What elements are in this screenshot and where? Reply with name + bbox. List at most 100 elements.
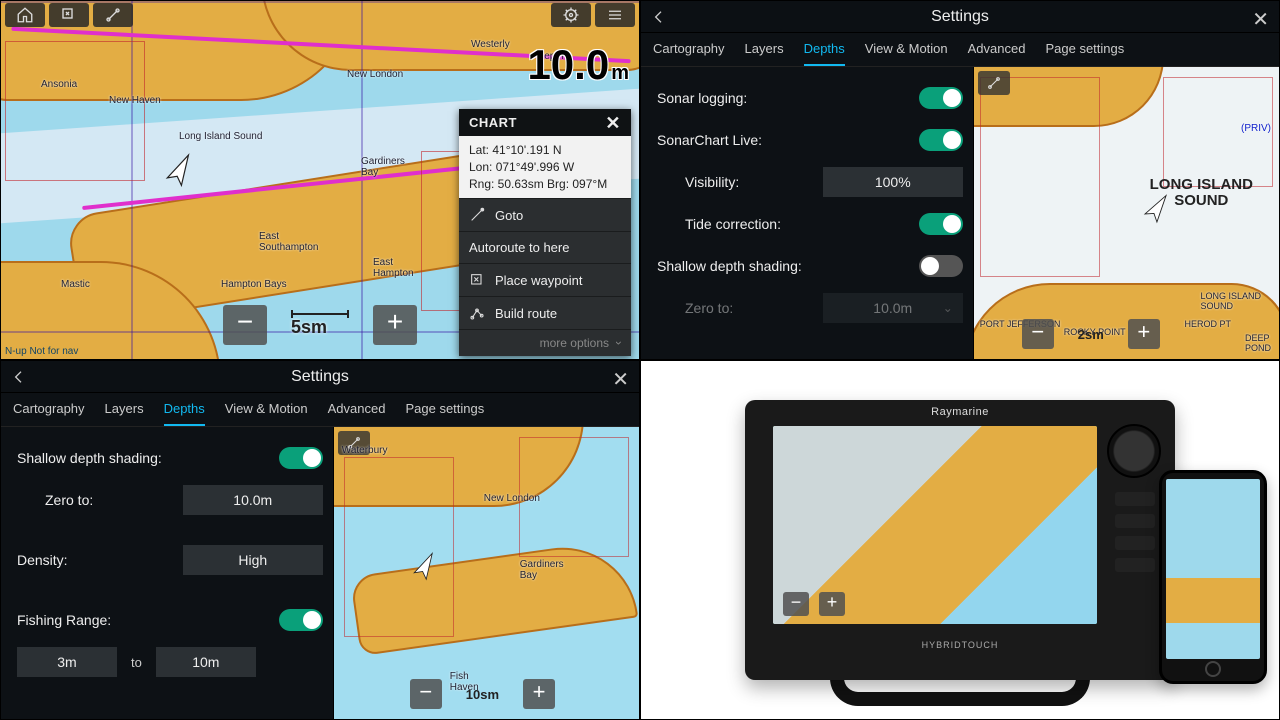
zoom-out-button[interactable]: − [410,679,442,709]
close-icon[interactable]: ✕ [612,367,629,392]
tab-cartography[interactable]: Cartography [13,401,85,426]
chevron-down-icon: ⌄ [943,301,953,315]
label-herod-pt: HEROD PT [1184,319,1231,329]
sonar-logging-label: Sonar logging: [657,90,919,106]
settings-minimap[interactable]: LONG ISLAND SOUND (PRIV) LONG ISLAND SOU… [973,67,1279,359]
route-icon [469,305,485,321]
zoom-out-button: − [783,592,809,616]
zoom-in-button: + [819,592,845,616]
tab-advanced[interactable]: Advanced [328,401,386,426]
label-new-haven: New Haven [109,95,161,106]
helm-button[interactable] [551,3,591,27]
measure-icon[interactable] [978,71,1010,95]
scale-label: 10sm [466,687,499,702]
tab-layers[interactable]: Layers [745,41,784,66]
close-icon[interactable]: ✕ [1252,7,1269,32]
settings-tabs: Cartography Layers Depths View & Motion … [1,393,639,427]
goto-icon [469,207,485,223]
popup-lon: Lon: 071°49'.996 W [469,159,621,176]
product-shot: Raymarine − + HYBRIDTOUCH [640,360,1280,720]
range-separator: to [131,655,142,670]
scale-label: 2sm [1078,327,1104,342]
label-priv: (PRIV) [1241,123,1271,134]
fishing-range-from[interactable]: 3m [17,647,117,677]
sonarchart-live-toggle[interactable] [919,129,963,151]
popup-title: CHART [469,115,517,130]
zero-to-value[interactable]: 10.0m⌄ [823,293,963,323]
zero-to-value[interactable]: 10.0m [183,485,323,515]
measure-button[interactable] [93,3,133,27]
tab-depths[interactable]: Depths [804,41,845,66]
zoom-out-button[interactable]: − [1022,319,1054,349]
popup-rng-brg: Rng: 50.63sm Brg: 097°M [469,176,621,193]
back-icon[interactable] [11,369,27,385]
zero-to-label: Zero to: [17,492,183,508]
waypoint-button[interactable] [49,3,89,27]
sonar-logging-toggle[interactable] [919,87,963,109]
menu-build-route[interactable]: Build route [459,296,631,329]
menu-autoroute[interactable]: Autoroute to here [459,231,631,263]
home-button[interactable] [5,3,45,27]
label-gardiners-bay: Gardiners Bay [520,559,564,581]
menu-button[interactable] [595,3,635,27]
shallow-shading-label: Shallow depth shading: [17,450,279,466]
label-mastic: Mastic [61,279,90,290]
shallow-shading-label: Shallow depth shading: [657,258,919,274]
label-hampton-bays: Hampton Bays [221,279,287,290]
menu-place-waypoint[interactable]: Place waypoint [459,263,631,296]
fishing-range-toggle[interactable] [279,609,323,631]
scale-label: 5sm [291,317,327,337]
zoom-in-button[interactable]: + [1128,319,1160,349]
tab-advanced[interactable]: Advanced [968,41,1026,66]
status-text: N-up Not for nav [5,346,78,357]
shallow-shading-toggle[interactable] [279,447,323,469]
visibility-value[interactable]: 100% [823,167,963,197]
label-long-island-sound: Long Island Sound [179,131,262,142]
density-value[interactable]: High [183,545,323,575]
tab-view-motion[interactable]: View & Motion [225,401,308,426]
chart-topbar [1,1,639,29]
menu-goto[interactable]: Goto [459,198,631,231]
label-new-london: New London [347,69,403,80]
tab-depths[interactable]: Depths [164,401,205,426]
label-waterbury: Waterbury [342,445,388,456]
settings-panel-sonar: Settings ✕ Cartography Layers Depths Vie… [640,0,1280,360]
menu-more-label: more options [540,336,609,350]
label-lis2: LONG ISLAND SOUND [1200,291,1261,311]
region-label: LONG ISLAND SOUND [1150,177,1253,209]
menu-more-options[interactable]: more options › [459,329,631,356]
label-westerly: Westerly [471,39,510,50]
subbrand-label: HYBRIDTOUCH [922,640,999,650]
menu-build-route-label: Build route [495,306,557,321]
zoom-in-button[interactable]: + [373,305,417,345]
sonarchart-live-label: SonarChart Live: [657,132,919,148]
phone-device [1159,470,1267,684]
settings-panel-depths: Settings ✕ Cartography Layers Depths Vie… [0,360,640,720]
tide-correction-label: Tide correction: [657,216,919,232]
menu-goto-label: Goto [495,208,523,223]
label-gardiners-bay: Gardiners Bay [361,156,405,178]
visibility-label: Visibility: [657,174,823,190]
depth-value: 10.0 [527,41,609,89]
close-icon[interactable]: ✕ [605,116,621,130]
tab-page-settings[interactable]: Page settings [1045,41,1124,66]
tide-correction-toggle[interactable] [919,213,963,235]
back-icon[interactable] [651,9,667,25]
zoom-out-button[interactable]: − [223,305,267,345]
settings-title: Settings [931,8,989,26]
settings-minimap[interactable]: Gardiners Bay Fish Haven New London Wate… [333,427,639,719]
fishing-range-to[interactable]: 10m [156,647,256,677]
label-new-london: New London [484,493,540,504]
tab-page-settings[interactable]: Page settings [405,401,484,426]
zero-to-label: Zero to: [657,300,823,316]
chart-view[interactable]: Long Island Sound Gardiners Bay East Sou… [0,0,640,360]
shallow-shading-toggle[interactable] [919,255,963,277]
popup-coordinates: Lat: 41°10'.191 N Lon: 071°49'.996 W Rng… [459,136,631,198]
tab-view-motion[interactable]: View & Motion [865,41,948,66]
waypoint-icon [469,272,485,288]
zoom-in-button[interactable]: + [523,679,555,709]
tab-layers[interactable]: Layers [105,401,144,426]
fishing-range-label: Fishing Range: [17,612,279,628]
settings-title: Settings [291,368,349,386]
tab-cartography[interactable]: Cartography [653,41,725,66]
